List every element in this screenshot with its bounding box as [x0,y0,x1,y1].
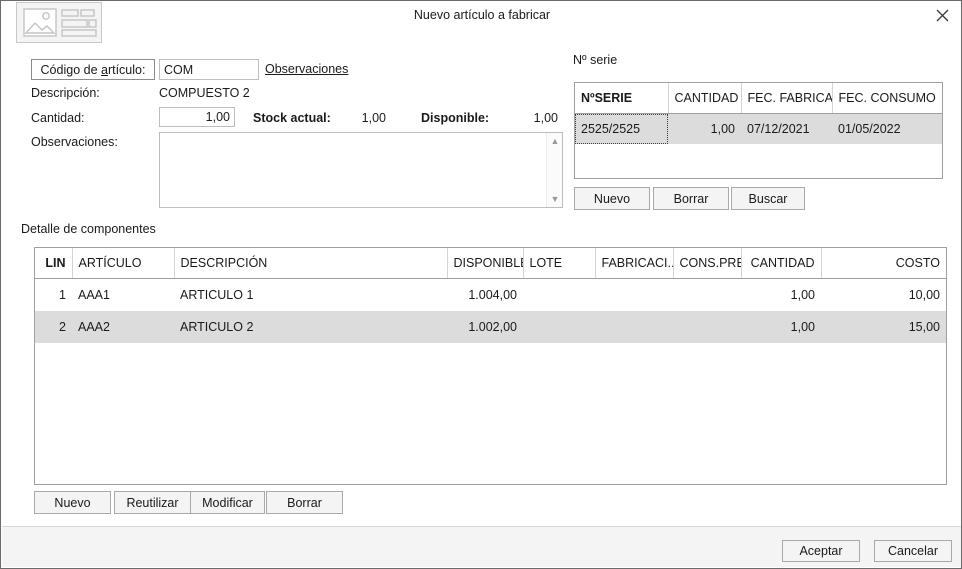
observaciones-textarea-box: ▲ ▼ [159,132,563,208]
nserie-nuevo-button[interactable]: Nuevo [574,187,650,210]
detalle-cell-disponible[interactable]: 1.004,00 [447,279,523,312]
detalle-cell-lin[interactable]: 2 [35,311,72,343]
nserie-borrar-button[interactable]: Borrar [653,187,729,210]
detalle-col-lote[interactable]: LOTE [523,248,596,279]
detalle-table[interactable]: LIN ARTÍCULO DESCRIPCIÓN DISPONIBLE LOTE… [34,247,947,485]
detalle-col-descripcion[interactable]: DESCRIPCIÓN [174,248,448,279]
nserie-cell-cantidad[interactable]: 1,00 [668,113,741,144]
nserie-buscar-button[interactable]: Buscar [731,187,805,210]
nserie-row[interactable]: 2525/2525 1,00 07/12/2021 01/05/2022 [575,113,942,144]
detalle-cell-lin[interactable]: 1 [35,279,72,312]
title-bar: Nuevo artículo a fabricar [1,1,961,47]
descripcion-value: COMPUESTO 2 [159,86,250,100]
aceptar-button[interactable]: Aceptar [782,540,860,562]
detalle-cell-cons-pref[interactable] [673,311,741,343]
stock-actual-label: Stock actual: [253,111,331,125]
stock-actual-value: 1,00 [361,111,386,125]
detalle-col-cons-pref[interactable]: CONS.PREF. [673,248,742,279]
detalle-cell-cons-pref[interactable] [673,279,741,312]
detalle-header-row: LIN ARTÍCULO DESCRIPCIÓN DISPONIBLE LOTE… [35,248,946,279]
nserie-col-nserie[interactable]: NºSERIE [575,83,669,114]
scroll-down-icon[interactable]: ▼ [547,191,563,207]
dialog-window: Nuevo artículo a fabricar Código de artí… [0,0,962,569]
detalle-nuevo-button[interactable]: Nuevo [34,491,111,514]
nserie-cell-fec-consumo[interactable]: 01/05/2022 [832,113,942,144]
cantidad-value: 1,00 [205,110,230,124]
detalle-col-lin[interactable]: LIN [35,248,73,279]
detalle-cell-costo[interactable]: 15,00 [821,311,946,343]
detalle-cell-descripcion[interactable]: ARTICULO 1 [174,279,447,312]
codigo-articulo-value: COM [164,62,194,77]
detalle-modificar-button[interactable]: Modificar [190,491,265,514]
nserie-cell-nserie[interactable]: 2525/2525 [575,113,668,144]
detalle-row[interactable]: 1 AAA1 ARTICULO 1 1.004,00 1,00 10,00 [35,279,946,312]
close-icon[interactable] [927,3,957,27]
detalle-cell-costo[interactable]: 10,00 [821,279,946,312]
detalle-cell-articulo[interactable]: AAA1 [72,279,174,312]
detalle-col-disponible[interactable]: DISPONIBLE [447,248,524,279]
nserie-table[interactable]: NºSERIE CANTIDAD FEC. FABRICA... FEC. CO… [574,82,943,179]
close-icon-glyph [936,9,948,21]
detalle-cell-lote[interactable] [523,279,595,312]
nserie-col-cantidad[interactable]: CANTIDAD [668,83,742,114]
detalle-cell-fabricacion[interactable] [595,279,673,312]
detalle-col-cantidad[interactable]: CANTIDAD [741,248,822,279]
nserie-col-fec-fabricacion[interactable]: FEC. FABRICA... [741,83,833,114]
cantidad-input[interactable]: 1,00 [159,107,235,127]
detalle-cell-cantidad[interactable]: 1,00 [741,279,821,312]
detalle-cell-cantidad[interactable]: 1,00 [741,311,821,343]
detalle-borrar-button[interactable]: Borrar [266,491,343,514]
detalle-col-articulo[interactable]: ARTÍCULO [72,248,175,279]
detalle-cell-descripcion[interactable]: ARTICULO 2 [174,311,447,343]
nserie-header-row: NºSERIE CANTIDAD FEC. FABRICA... FEC. CO… [575,83,942,114]
detalle-col-fabricacion[interactable]: FABRICACI... [595,248,674,279]
nserie-section-label: Nº serie [573,53,618,67]
disponible-value: 1,00 [533,111,558,125]
codigo-articulo-label-box: Código de artículo: [31,59,155,80]
nserie-cell-fec-fabricacion[interactable]: 07/12/2021 [741,113,832,144]
observaciones-link[interactable]: Observaciones [265,62,348,76]
detalle-reutilizar-button[interactable]: Reutilizar [114,491,191,514]
observaciones-textarea[interactable] [160,133,546,207]
descripcion-label: Descripción: [31,86,100,100]
detalle-cell-lote[interactable] [523,311,595,343]
detalle-row[interactable]: 2 AAA2 ARTICULO 2 1.002,00 1,00 15,00 [35,311,946,343]
detalle-cell-articulo[interactable]: AAA2 [72,311,174,343]
nserie-col-fec-consumo[interactable]: FEC. CONSUMO [832,83,942,114]
cantidad-label: Cantidad: [31,111,85,125]
codigo-articulo-label: Código de artículo: [40,62,146,77]
observaciones-label: Observaciones: [31,135,118,149]
codigo-articulo-input[interactable]: COM [159,59,259,80]
scroll-up-icon[interactable]: ▲ [547,133,563,149]
detalle-cell-disponible[interactable]: 1.002,00 [447,311,523,343]
detalle-col-costo[interactable]: COSTO [821,248,946,279]
detalle-cell-fabricacion[interactable] [595,311,673,343]
detalle-section-label: Detalle de componentes [21,222,156,236]
disponible-label: Disponible: [421,111,490,125]
observaciones-scrollbar[interactable]: ▲ ▼ [546,133,562,207]
cancelar-button[interactable]: Cancelar [874,540,952,562]
window-title: Nuevo artículo a fabricar [413,8,551,22]
